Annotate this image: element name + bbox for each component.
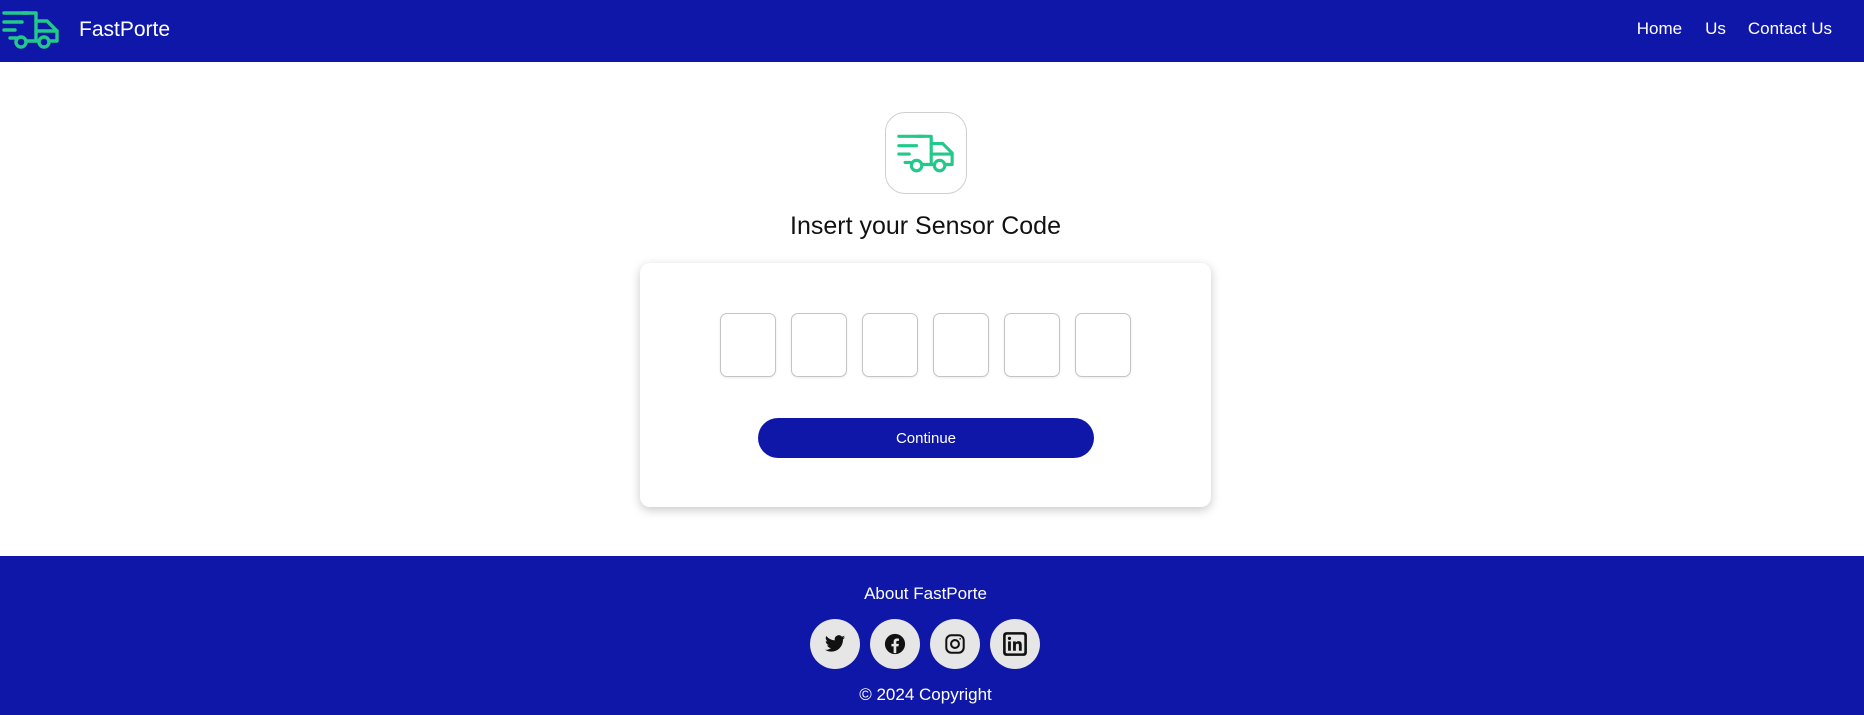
code-digit-2[interactable]: [791, 313, 847, 377]
sensor-code-inputs: [720, 313, 1131, 377]
delivery-truck-icon: [897, 134, 954, 173]
code-digit-5[interactable]: [1004, 313, 1060, 377]
page-title: Insert your Sensor Code: [790, 212, 1061, 240]
facebook-button[interactable]: [870, 619, 920, 669]
nav-home-link[interactable]: Home: [1637, 17, 1682, 41]
facebook-icon: [884, 633, 906, 655]
about-link[interactable]: About FastPorte: [864, 584, 987, 603]
code-digit-3[interactable]: [862, 313, 918, 377]
code-digit-4[interactable]: [933, 313, 989, 377]
twitter-button[interactable]: [810, 619, 860, 669]
delivery-truck-icon[interactable]: [2, 8, 60, 52]
nav-contact-link[interactable]: Contact Us: [1748, 17, 1832, 41]
main-content: Insert your Sensor Code Continue: [0, 62, 1864, 556]
instagram-icon: [945, 634, 965, 654]
footer: About FastPorte © 2024 Copyright: [0, 556, 1864, 715]
top-navbar: FastPorte Home Us Contact Us: [0, 0, 1864, 62]
nav-us-link[interactable]: Us: [1705, 17, 1726, 41]
main-nav: Home Us Contact Us: [1637, 17, 1832, 41]
code-digit-1[interactable]: [720, 313, 776, 377]
about-footer: About FastPorte: [0, 582, 1851, 606]
brand-name[interactable]: FastPorte: [79, 16, 170, 44]
instagram-button[interactable]: [930, 619, 980, 669]
social-links: [810, 619, 1040, 669]
sensor-code-card: Continue: [640, 263, 1211, 507]
continue-button[interactable]: Continue: [758, 418, 1094, 458]
twitter-icon: [824, 635, 846, 652]
copyright-text: © 2024 Copyright: [859, 685, 992, 704]
hero-logo-tile: [885, 112, 967, 194]
linkedin-button[interactable]: [990, 619, 1040, 669]
linkedin-icon: [1003, 632, 1027, 656]
code-digit-6[interactable]: [1075, 313, 1131, 377]
